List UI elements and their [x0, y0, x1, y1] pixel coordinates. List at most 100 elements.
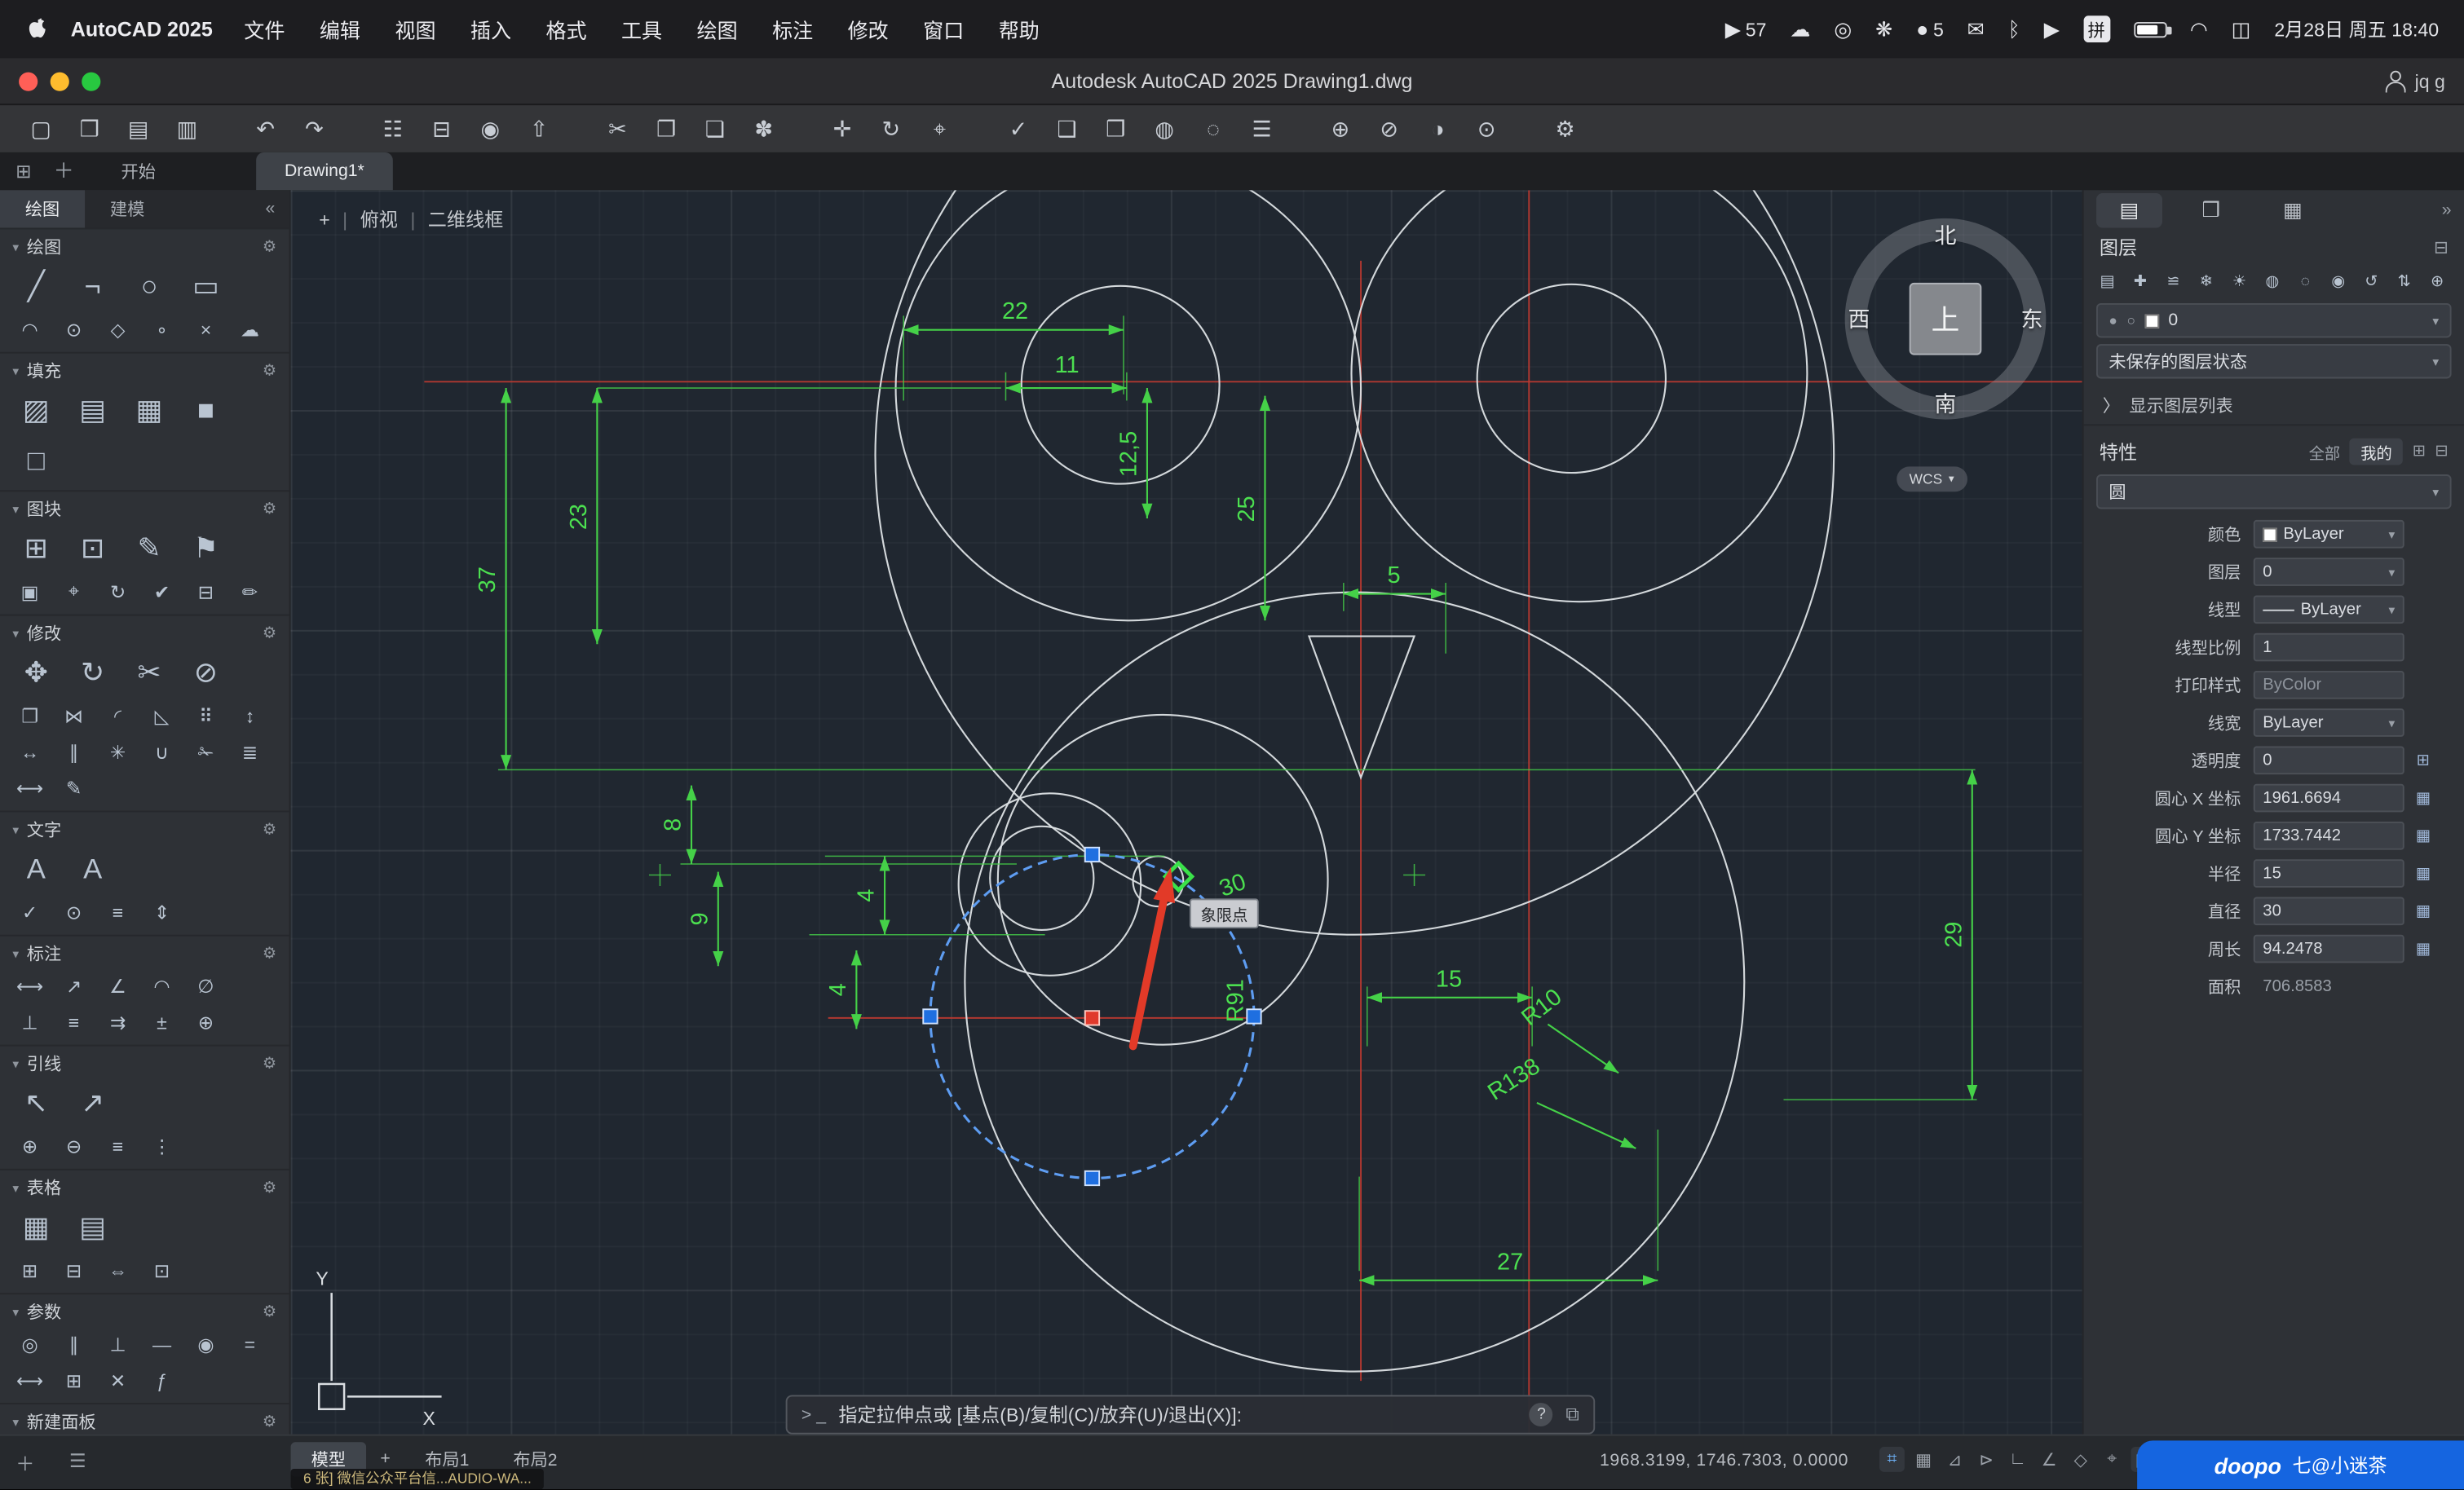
table-style-icon[interactable]: ▤ [66, 1203, 120, 1250]
property-value-5[interactable]: ByLayer ▾ [2253, 708, 2404, 737]
viewport-controls[interactable]: + | 俯视 | 二维线框 [319, 205, 503, 232]
property-value-12[interactable]: 706.8583 [2254, 972, 2404, 1001]
viewcube-north[interactable]: 北 [1935, 220, 1957, 252]
bluetooth-icon[interactable]: ᛒ [2008, 17, 2020, 41]
merge-cells-icon[interactable]: ⇔ [97, 1254, 138, 1286]
save-as-icon[interactable]: ▥ [168, 110, 205, 148]
chevron-down-icon[interactable]: ▾ [2388, 565, 2395, 579]
palette-tab-draw[interactable]: 绘图 [0, 190, 86, 228]
chamfer-icon[interactable]: ◺ [141, 699, 182, 732]
scale-icon[interactable]: ↕ [229, 699, 270, 732]
menubar-menu-7[interactable]: 标注 [772, 14, 813, 44]
section-collapse-icon[interactable]: ▾ [12, 364, 19, 377]
save-icon[interactable]: ▤ [119, 110, 157, 148]
object-type-dropdown[interactable]: 圆 ▾ [2096, 474, 2452, 509]
mirror-icon[interactable]: ⋈ [54, 699, 95, 732]
drawing-canvas[interactable]: 22 11 12,5 23 37 25 5 8 9 4 4 30 15 R10 … [290, 190, 2082, 1435]
property-value-2[interactable]: ByLayer ▾ [2253, 595, 2404, 624]
object-snap-tracking-toggle[interactable]: ⌖ [2100, 1447, 2125, 1472]
wcs-dropdown[interactable]: WCS ▾ [1897, 466, 1967, 492]
hatch-pattern-icon[interactable]: ▤ [66, 386, 120, 434]
align-icon[interactable]: ≣ [229, 735, 270, 768]
render-icon[interactable]: ⊙ [1468, 110, 1505, 148]
message-icon[interactable]: ✉ [1967, 16, 1985, 42]
quick-calc-icon[interactable]: ▦ [2410, 786, 2435, 811]
cloud-icon[interactable]: ☁ [1790, 16, 1810, 42]
menubar-menu-3[interactable]: 插入 [470, 14, 511, 44]
bell-icon[interactable]: ● 5 [1916, 17, 1944, 41]
ungroup-icon[interactable]: ❒ [1097, 110, 1134, 148]
edit-block-icon[interactable]: ✎ [122, 525, 176, 572]
layer-states-icon[interactable]: ⇅ [2390, 269, 2418, 294]
layer-freeze-icon[interactable]: ❄ [2192, 269, 2221, 294]
pin-panel-icon[interactable]: ⊟ [2435, 443, 2449, 460]
menubar-menu-10[interactable]: 帮助 [999, 14, 1040, 44]
quick-calc-icon[interactable]: ▦ [2410, 898, 2435, 924]
new-drawing-tab-icon[interactable]: ＋ [54, 154, 74, 184]
attribute-manager-icon[interactable]: ✔ [141, 575, 182, 607]
palette-tab-model[interactable]: 建模 [85, 190, 170, 227]
attach-block-icon[interactable]: ▣ [10, 575, 51, 607]
tab-overview-icon[interactable]: ⊞ [15, 161, 31, 183]
menubar-app-name[interactable]: AutoCAD 2025 [71, 17, 213, 41]
current-layer-row[interactable]: ● ○ 0 ▾ [2096, 302, 2452, 338]
polygon-icon[interactable]: ◇ [97, 313, 138, 346]
batch-plot-icon[interactable]: ⊟ [422, 110, 460, 148]
point-icon[interactable]: ∘ [141, 313, 182, 346]
create-block-icon[interactable]: ⊡ [66, 525, 120, 572]
menubar-menu-6[interactable]: 绘图 [697, 14, 738, 44]
table-panel-tab[interactable]: ▦ [2259, 193, 2325, 227]
viewcube-south[interactable]: 南 [1935, 388, 1957, 420]
infer-constraints-toggle[interactable]: ⊿ [1942, 1447, 1967, 1472]
grip-center-hot[interactable] [1084, 1010, 1101, 1026]
minimize-window-button[interactable] [50, 71, 69, 90]
ellipse-icon[interactable]: ⊙ [54, 313, 95, 346]
snap-mode-toggle[interactable]: ▦ [1911, 1447, 1936, 1472]
rectangle-icon[interactable]: ▭ [179, 262, 233, 310]
text-scale-icon[interactable]: ⇕ [141, 896, 182, 928]
tolerance-icon[interactable]: ± [141, 1005, 182, 1038]
horizontal-constraint-icon[interactable]: — [141, 1328, 182, 1360]
define-attribute-icon[interactable]: ⚑ [179, 525, 233, 572]
delete-constraint-icon[interactable]: ✕ [97, 1364, 138, 1396]
property-value-6[interactable]: 0 [2253, 746, 2404, 775]
open-icon[interactable]: ❒ [71, 110, 108, 148]
radius-dimension-icon[interactable]: ◠ [141, 969, 182, 1002]
menubar-menu-8[interactable]: 修改 [848, 14, 889, 44]
section-collapse-icon[interactable]: ▾ [12, 1305, 19, 1319]
section-collapse-icon[interactable]: ▾ [12, 822, 19, 836]
property-value-1[interactable]: 0 ▾ [2253, 558, 2404, 586]
layer-isolate-icon[interactable]: ◍ [2259, 269, 2287, 294]
delete-row-icon[interactable]: ⊟ [54, 1254, 95, 1286]
menubar-menu-2[interactable]: 视图 [395, 14, 435, 44]
match-properties-icon[interactable]: ✽ [745, 110, 783, 148]
layer-state-dropdown[interactable]: 未保存的图层状态 ▾ [2096, 344, 2452, 379]
layers-panel-tab[interactable]: ▤ [2096, 193, 2162, 228]
collapse-palette-icon[interactable]: « [251, 200, 289, 218]
menubar-menu-0[interactable]: 文件 [244, 14, 285, 44]
undo-icon[interactable]: ↶ [247, 110, 285, 148]
grip-bottom[interactable] [1084, 1170, 1101, 1187]
section-collapse-icon[interactable]: ▾ [12, 1180, 19, 1194]
insert-block-icon[interactable]: ⊞ [10, 525, 64, 572]
collect-leader-icon[interactable]: ⋮ [141, 1130, 182, 1162]
remove-leader-icon[interactable]: ⊖ [54, 1130, 95, 1162]
hide-icon[interactable]: ◌ [1194, 110, 1232, 148]
rotate-icon[interactable]: ↻ [66, 649, 120, 696]
layer-walk-icon[interactable]: ⊕ [2423, 269, 2452, 294]
filter-mine[interactable]: 我的 [2349, 438, 2404, 465]
visual-style-control[interactable]: 二维线框 [428, 205, 504, 232]
gear-icon[interactable]: ⚙ [263, 1303, 276, 1320]
parallel-constraint-icon[interactable]: ∥ [54, 1328, 95, 1360]
quick-calc-icon[interactable]: ▦ [2410, 823, 2435, 849]
section-collapse-icon[interactable]: ▾ [12, 1415, 19, 1429]
solid-fill-icon[interactable]: ■ [179, 386, 233, 434]
lengthen-icon[interactable]: ⟷ [10, 771, 51, 804]
dynamic-input-toggle[interactable]: ⊳ [1974, 1447, 1999, 1472]
input-method-icon[interactable]: 拼 [2082, 15, 2110, 43]
gradient-icon[interactable]: ▦ [122, 386, 176, 434]
command-help-icon[interactable]: ? [1530, 1403, 1553, 1426]
aligned-dimension-icon[interactable]: ↗ [54, 969, 95, 1002]
viewcube-west[interactable]: 西 [1848, 303, 1870, 335]
battery-icon[interactable] [2133, 21, 2171, 37]
